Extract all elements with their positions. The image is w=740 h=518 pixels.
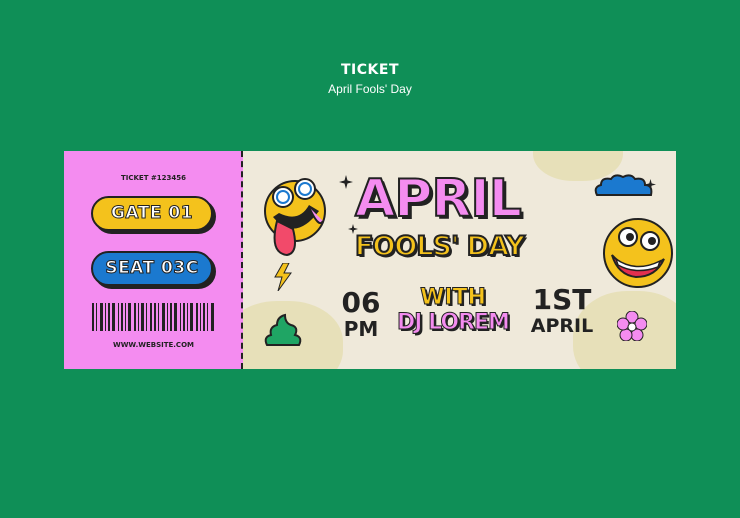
ticket: TICKET #123456 GATE 01 SEAT 03C WWW.WEBS… [64,151,676,369]
slime-icon [264,313,302,346]
seat-badge: SEAT 03C [91,251,213,286]
time-value: 06 [341,286,381,319]
event-time: 06 PM [331,286,391,342]
header-subtitle: April Fools' Day [328,82,412,96]
headline: APRIL [354,168,523,230]
grinning-face-icon [603,218,673,288]
ticket-main: APRIL FOOLS' DAY 06 PM WITH DJ LOREM 1ST… [243,151,676,369]
ticket-stub: TICKET #123456 GATE 01 SEAT 03C WWW.WEBS… [64,151,243,369]
subheadline: FOOLS' DAY [354,230,526,263]
barcode-icon [92,303,214,331]
performer-block: WITH DJ LOREM [383,285,523,336]
cloud-icon [594,174,653,196]
lightning-icon [274,263,292,291]
time-period: PM [343,317,379,341]
sparkle-icon [339,175,353,189]
header-title: TICKET [341,62,399,78]
ticket-number: TICKET #123456 [120,174,187,182]
page-header: TICKET April Fools' Day [0,62,740,96]
flower-icon [617,311,647,341]
date-month: APRIL [530,315,594,337]
with-label: WITH [420,285,487,311]
performer-name: DJ LOREM [397,310,511,336]
website-link: WWW.WEBSITE.COM [112,341,194,349]
event-date: 1ST APRIL [523,283,601,338]
date-day: 1ST [532,283,592,316]
gate-badge: GATE 01 [91,196,213,231]
dizzy-face-icon [264,178,326,257]
